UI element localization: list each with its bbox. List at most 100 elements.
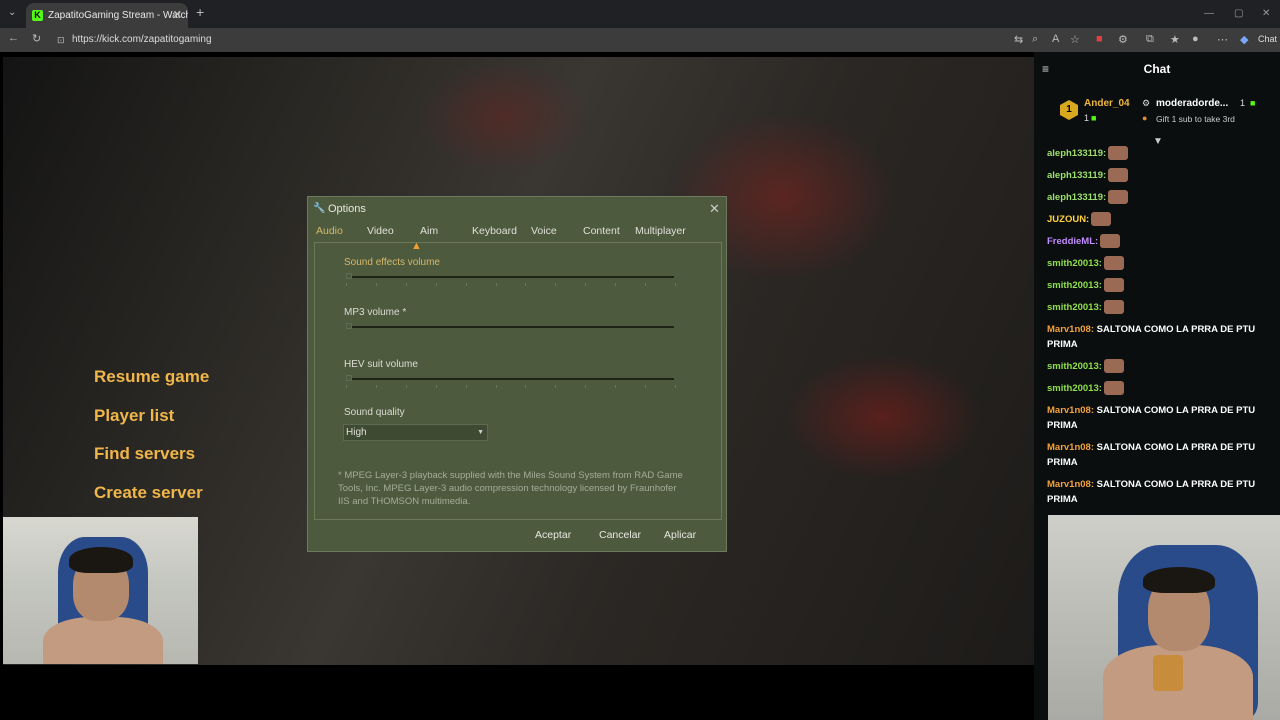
tab-multiplayer[interactable]: Multiplayer xyxy=(635,225,686,237)
hev-suit-slider-knob[interactable] xyxy=(346,375,352,381)
tab-audio[interactable]: Audio xyxy=(316,225,343,237)
minimize-icon[interactable]: — xyxy=(1204,8,1214,19)
url-text: https://kick.com/zapatitogaming xyxy=(72,34,212,45)
tab-close-icon[interactable]: ✕ xyxy=(173,3,182,28)
mp3-volume-slider[interactable] xyxy=(348,326,674,328)
copilot-chat-label[interactable]: Chat xyxy=(1258,34,1277,44)
glass xyxy=(1153,655,1183,691)
hev-suit-slider[interactable] xyxy=(348,378,674,380)
maximize-icon[interactable]: ▢ xyxy=(1234,8,1243,19)
emote-icon xyxy=(1103,359,1124,374)
sound-effects-label: Sound effects volume xyxy=(344,257,440,268)
chat-message: FreddieML: xyxy=(1047,234,1269,249)
chat-username[interactable]: Marv1n08: xyxy=(1047,324,1094,335)
profile-icon[interactable]: ● xyxy=(1192,33,1199,45)
kick-favicon-icon: K xyxy=(32,10,43,21)
mp3-volume-label: MP3 volume * xyxy=(344,307,407,318)
webcam-overlay-secondary xyxy=(1048,515,1280,720)
chat-username[interactable]: Marv1n08: xyxy=(1047,479,1094,490)
translate-icon[interactable]: ⇆ xyxy=(1014,33,1023,46)
sound-quality-label: Sound quality xyxy=(344,407,405,418)
hev-suit-label: HEV suit volume xyxy=(344,359,418,370)
chat-username[interactable]: FreddieML: xyxy=(1047,236,1098,247)
reload-icon[interactable]: ↻ xyxy=(32,32,41,45)
sound-quality-select[interactable]: High ▼ xyxy=(343,424,488,441)
chat-message: aleph133119: xyxy=(1047,168,1269,183)
chat-username[interactable]: smith20013: xyxy=(1047,383,1102,394)
cancel-button[interactable]: Cancelar xyxy=(599,529,641,541)
chat-username[interactable]: aleph133119: xyxy=(1047,148,1106,159)
gift-icon: ■ xyxy=(1250,98,1256,108)
menu-find-servers[interactable]: Find servers xyxy=(94,444,195,464)
back-icon[interactable]: ← xyxy=(8,32,19,44)
split-screen-icon[interactable]: ⧉ xyxy=(1146,33,1154,46)
menu-player-list[interactable]: Player list xyxy=(94,406,174,426)
sound-effects-slider-knob[interactable] xyxy=(346,273,352,279)
chat-message: Marv1n08: SALTONA COMO LA PRRA DE PTU PR… xyxy=(1047,440,1269,470)
chat-username[interactable]: smith20013: xyxy=(1047,302,1102,313)
more-icon[interactable]: ⋯ xyxy=(1217,33,1228,46)
chat-message: aleph133119: xyxy=(1047,190,1269,205)
chat-username[interactable]: JUZOUN: xyxy=(1047,214,1089,225)
apply-button[interactable]: Aplicar xyxy=(664,529,696,541)
site-info-icon[interactable]: ⊡ xyxy=(57,30,65,50)
browser-tab-bar: ⌄ K ZapatitoGaming Stream - Watch L ✕ + … xyxy=(0,0,1280,28)
browser-toolbar: ← ↻ ⊡ https://kick.com/zapatitogaming ⇆ … xyxy=(0,28,1280,52)
tab-title: ZapatitoGaming Stream - Watch L xyxy=(48,10,188,21)
slider-ticks xyxy=(346,283,676,286)
wrench-icon: 🔧 xyxy=(313,203,326,214)
chat-username[interactable]: Marv1n08: xyxy=(1047,405,1094,416)
accept-button[interactable]: Aceptar xyxy=(535,529,571,541)
emote-icon xyxy=(1108,168,1129,183)
chat-username[interactable]: smith20013: xyxy=(1047,280,1102,291)
top-gifter-count: 1 xyxy=(1084,113,1090,123)
chat-username[interactable]: smith20013: xyxy=(1047,361,1102,372)
emote-icon xyxy=(1103,381,1124,396)
chat-username[interactable]: Marv1n08: xyxy=(1047,442,1094,453)
chat-message: Marv1n08: SALTONA COMO LA PRRA DE PTU PR… xyxy=(1047,477,1269,507)
window-close-icon[interactable]: ✕ xyxy=(1262,8,1270,19)
chat-username[interactable]: smith20013: xyxy=(1047,258,1102,269)
chat-message: smith20013: xyxy=(1047,300,1269,315)
dialog-title: Options xyxy=(328,203,366,215)
zoom-icon[interactable]: ⌕ xyxy=(1032,33,1038,46)
chat-message: JUZOUN: xyxy=(1047,212,1269,227)
chat-message: smith20013: xyxy=(1047,256,1269,271)
chat-message: Marv1n08: SALTONA COMO LA PRRA DE PTU PR… xyxy=(1047,322,1269,352)
mp3-license-note: * MPEG Layer-3 playback supplied with th… xyxy=(338,470,683,507)
favorite-icon[interactable]: ☆ xyxy=(1070,33,1080,46)
sound-quality-value: High xyxy=(346,427,367,438)
mp3-volume-slider-knob[interactable] xyxy=(346,323,352,329)
new-tab-icon[interactable]: + xyxy=(196,4,204,20)
tab-video[interactable]: Video xyxy=(367,225,394,237)
emote-icon xyxy=(1103,278,1124,293)
tab-aim[interactable]: Aim xyxy=(420,225,438,237)
chat-message: Marv1n08: SALTONA COMO LA PRRA DE PTU PR… xyxy=(1047,403,1269,433)
gift-icon: ■ xyxy=(1091,113,1097,123)
second-gifter-name[interactable]: moderadorde... xyxy=(1156,98,1228,109)
copilot-icon[interactable]: ◆ xyxy=(1240,33,1248,46)
sound-effects-slider[interactable] xyxy=(348,276,674,278)
tab-list-icon[interactable]: ⌄ xyxy=(8,7,16,18)
gift-hint: Gift 1 sub to take 3rd xyxy=(1156,114,1235,124)
menu-create-server[interactable]: Create server xyxy=(94,483,203,503)
menu-resume-game[interactable]: Resume game xyxy=(94,367,209,387)
emote-icon xyxy=(1100,234,1121,249)
extension-icon[interactable]: ■ xyxy=(1096,33,1103,45)
tab-voice[interactable]: Voice xyxy=(531,225,557,237)
browser-tab[interactable]: K ZapatitoGaming Stream - Watch L ✕ xyxy=(26,3,188,28)
tab-content[interactable]: Content xyxy=(583,225,620,237)
second-gifter-count: 1 xyxy=(1240,98,1246,108)
chat-username[interactable]: aleph133119: xyxy=(1047,192,1106,203)
address-bar[interactable]: ⊡ https://kick.com/zapatitogaming xyxy=(50,30,1090,50)
extensions-icon[interactable]: ⚙ xyxy=(1118,33,1128,46)
chat-username[interactable]: aleph133119: xyxy=(1047,170,1106,181)
top-gifter-name[interactable]: Ander_04 xyxy=(1084,98,1130,109)
chat-message: smith20013: xyxy=(1047,359,1269,374)
emote-icon xyxy=(1103,300,1124,315)
dialog-close-icon[interactable]: ✕ xyxy=(709,201,720,217)
tab-keyboard[interactable]: Keyboard xyxy=(472,225,517,237)
favorites-bar-icon[interactable]: ★ xyxy=(1170,33,1180,46)
chat-message: smith20013: xyxy=(1047,278,1269,293)
read-aloud-icon[interactable]: A xyxy=(1052,33,1059,45)
